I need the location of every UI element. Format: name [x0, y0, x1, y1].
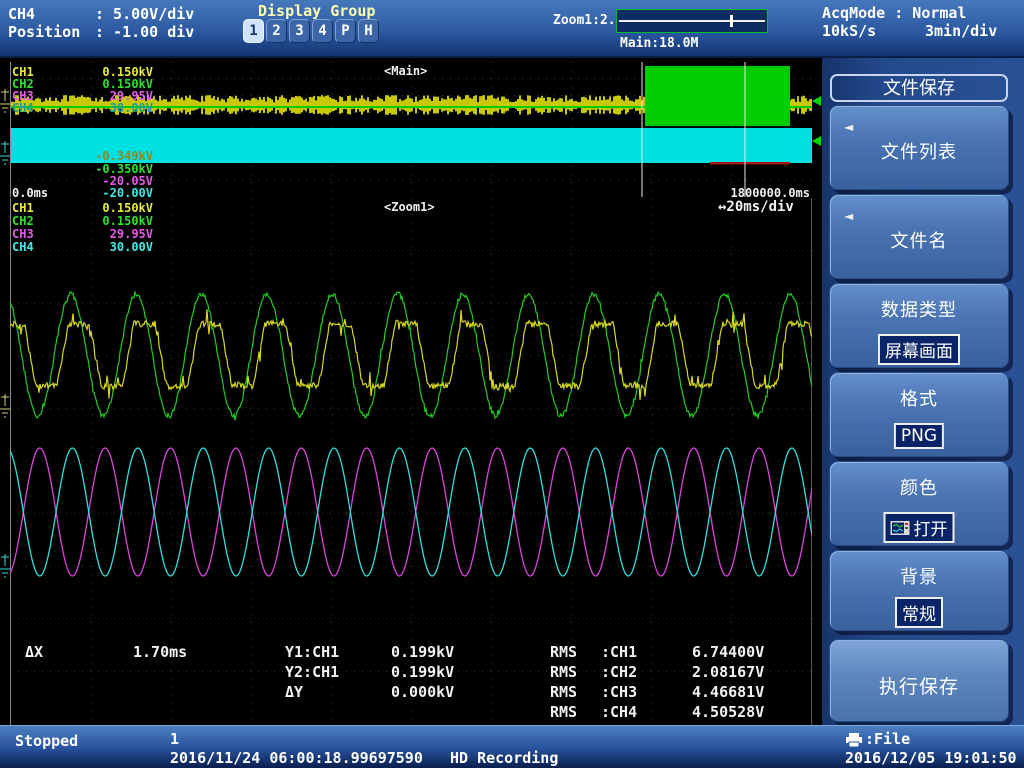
background-value: 常规 — [895, 597, 943, 628]
color-label: 颜色 — [830, 474, 1008, 500]
position-label: Position — [8, 23, 80, 41]
zoom-ch4-value: 30.00V — [95, 240, 153, 254]
main-trigger-marker — [0, 88, 11, 118]
execute-save-button[interactable]: 执行保存 — [829, 639, 1009, 722]
color-value-box: 打开 — [884, 512, 955, 543]
stat-val-1: 6.74400V — [692, 643, 764, 661]
main-ch1-edge-marker[interactable] — [812, 96, 821, 106]
execute-save-label: 执行保存 — [830, 672, 1008, 699]
record-time: 2016/11/24 06:00:18.99697590 — [170, 749, 423, 767]
channel-label: CH4 — [8, 5, 35, 23]
zoom-ch3-value: 29.95V — [95, 227, 153, 241]
left-arrow-icon: ◄ — [844, 120, 853, 134]
format-label: 格式 — [830, 385, 1008, 411]
system-datetime: 2016/12/05 19:01:50 — [845, 749, 1017, 767]
format-value: PNG — [894, 423, 944, 449]
background-label: 背景 — [830, 563, 1008, 589]
delta-x-value: 1.70ms — [133, 643, 187, 661]
main-ch4-edge-marker[interactable] — [812, 136, 821, 146]
stat-func-3: RMS — [550, 683, 577, 701]
zoom-position-bar[interactable] — [616, 9, 768, 33]
file-name-label: 文件名 — [830, 227, 1008, 253]
file-list-button[interactable]: ◄ 文件列表 — [829, 105, 1009, 190]
printer-icon — [845, 733, 863, 747]
zoom-ch1-name: CH1 — [12, 201, 34, 215]
display-group-button-h[interactable]: H — [358, 19, 379, 43]
header-bar: CH4 : 5.00V/div Position : -1.00 div Dis… — [0, 0, 1024, 58]
stat-func-4: RMS — [550, 703, 577, 721]
stat-func-2: RMS — [550, 663, 577, 681]
display-group-button-1[interactable]: 1 — [243, 19, 264, 43]
main-ch4-value: 30.00V — [95, 101, 153, 115]
stat-val-4: 4.50528V — [692, 703, 764, 721]
zoom-ch2-value: 0.150kV — [95, 214, 153, 228]
soft-menu: 文件保存 ◄ 文件列表 ◄ 文件名 数据类型 屏幕画面 格式 PNG 颜色 打开 — [822, 58, 1024, 725]
time-per-div: 3min/div — [925, 22, 997, 40]
display-group-button-3[interactable]: 3 — [289, 19, 310, 43]
zoom-ch1-value: 0.150kV — [95, 201, 153, 215]
position-value: : -1.00 div — [95, 23, 194, 41]
stat-ch-3: :CH3 — [601, 683, 637, 701]
zoom-title: <Zoom1> — [384, 200, 435, 214]
file-output-label: :File — [865, 730, 910, 748]
status-bar: Stopped 1 2016/11/24 06:00:18.99697590 H… — [0, 725, 1024, 768]
display-group-button-4[interactable]: 4 — [312, 19, 333, 43]
record-number: 1 — [170, 730, 179, 748]
main-ch4-name: CH4 — [12, 101, 34, 115]
stat-val-2: 2.08167V — [692, 663, 764, 681]
delta-x-label: ΔX — [25, 643, 43, 661]
zoom-trigger-marker — [0, 393, 11, 423]
main-ch1-lower: -0.349kV — [95, 149, 153, 163]
channel-scale: : 5.00V/div — [95, 5, 194, 23]
zoom-cursor-tick[interactable] — [730, 15, 733, 27]
menu-title: 文件保存 — [830, 74, 1008, 102]
cursor-dy-value: 0.000kV — [391, 683, 454, 701]
stat-func-1: RMS — [550, 643, 577, 661]
format-button[interactable]: 格式 PNG — [829, 372, 1009, 457]
display-group-label: Display Group — [258, 2, 375, 20]
cursor-y1-value: 0.199kV — [391, 643, 454, 661]
color-button[interactable]: 颜色 打开 — [829, 461, 1009, 546]
data-type-button[interactable]: 数据类型 屏幕画面 — [829, 283, 1009, 368]
color-display-icon — [891, 521, 910, 535]
acq-mode: AcqMode : Normal — [822, 4, 967, 22]
stat-ch-4: :CH4 — [601, 703, 637, 721]
oscilloscope-screen: { "header": { "channel": "CH4", "channel… — [0, 0, 1024, 768]
display-group-button-2[interactable]: 2 — [266, 19, 287, 43]
cursor-y2-value: 0.199kV — [391, 663, 454, 681]
stat-val-3: 4.46681V — [692, 683, 764, 701]
zoom-ch2-name: CH2 — [12, 214, 34, 228]
zoom-window: <Zoom1> ↔20ms/div CH1 0.150kV CH2 0.150k… — [0, 198, 822, 725]
main-ch4-marker — [0, 140, 11, 170]
stat-ch-2: :CH2 — [601, 663, 637, 681]
stat-ch-1: :CH1 — [601, 643, 637, 661]
zoom-time-per-div: ↔20ms/div — [718, 199, 794, 215]
zoom-ch4-name: CH4 — [12, 240, 34, 254]
acquisition-state: Stopped — [15, 732, 78, 750]
cursor-y2-label: Y2:CH1 — [285, 663, 339, 681]
waveform-screen: <Main> CH1 0.150kV CH2 0.150kV CH3 29.95… — [0, 58, 822, 725]
zoom-ch4-marker — [0, 553, 11, 583]
sample-rate: 10kS/s — [822, 22, 876, 40]
zoom-ch3-name: CH3 — [12, 227, 34, 241]
color-value: 打开 — [914, 515, 948, 540]
background-button[interactable]: 背景 常规 — [829, 550, 1009, 631]
file-name-button[interactable]: ◄ 文件名 — [829, 194, 1009, 279]
data-type-label: 数据类型 — [830, 296, 1008, 322]
file-list-label: 文件列表 — [830, 138, 1008, 164]
main-length-label: Main:18.0M — [620, 36, 698, 51]
cursor-dy-label: ΔY — [285, 683, 303, 701]
data-type-value: 屏幕画面 — [878, 334, 960, 365]
zoom-range-line — [619, 20, 765, 22]
main-title: <Main> — [384, 64, 427, 78]
left-arrow-icon: ◄ — [844, 209, 853, 223]
main-window: <Main> CH1 0.150kV CH2 0.150kV CH3 29.95… — [0, 60, 822, 199]
display-group-button-p[interactable]: P — [335, 19, 356, 43]
cursor-y1-label: Y1:CH1 — [285, 643, 339, 661]
recording-status: HD Recording — [450, 749, 558, 767]
